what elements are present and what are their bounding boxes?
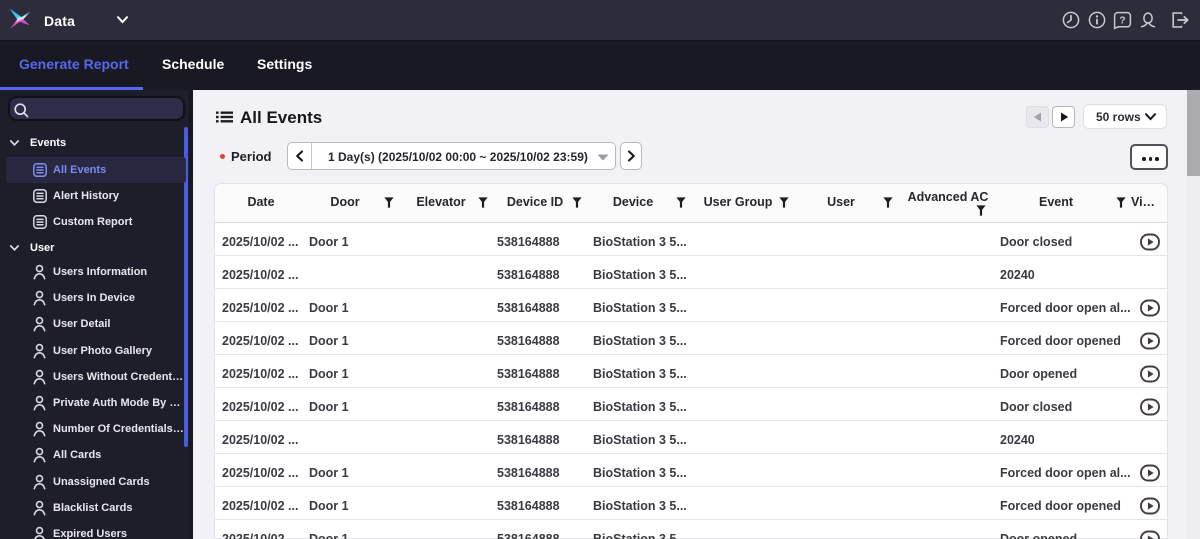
svg-text:?: ?: [1119, 15, 1125, 27]
